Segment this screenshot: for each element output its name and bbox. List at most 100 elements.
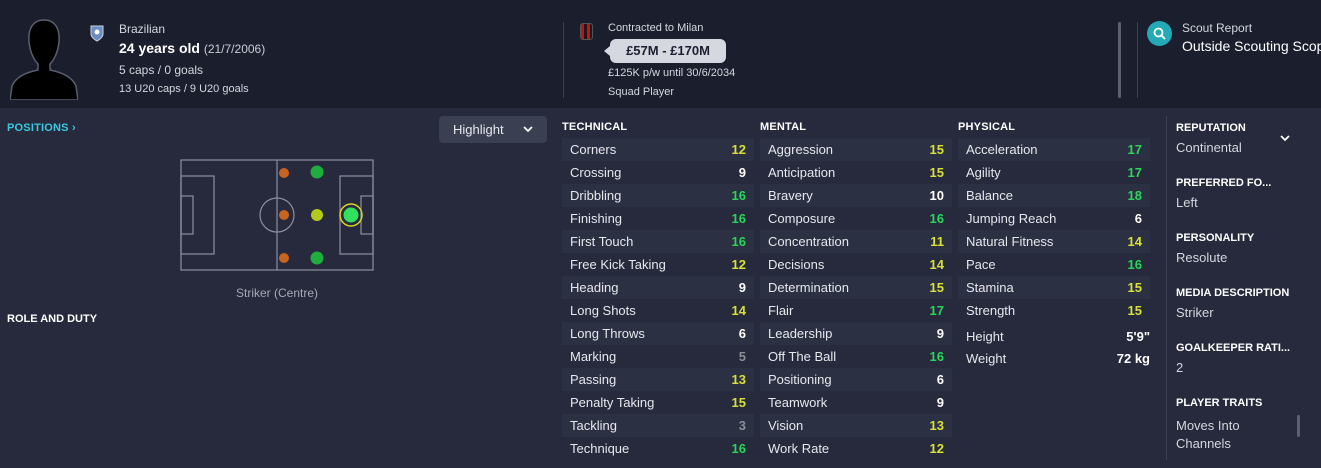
- attribute-value: 17: [929, 303, 944, 318]
- attribute-row[interactable]: Teamwork 9: [760, 391, 952, 414]
- attribute-row[interactable]: Agility 17: [958, 161, 1150, 184]
- player-header: Brazilian 24 years old (21/7/2006) 5 cap…: [0, 0, 1321, 108]
- attribute-name: Decisions: [768, 257, 825, 272]
- attribute-value: 13: [731, 372, 746, 387]
- attribute-row[interactable]: Leadership 9: [760, 322, 952, 345]
- position-dot-stl: [310, 165, 324, 179]
- transfer-value-badge[interactable]: £57M - £170M: [604, 39, 726, 63]
- attribute-row[interactable]: Heading 9: [562, 276, 754, 299]
- attribute-name: Tackling: [570, 418, 617, 433]
- position-dot-aml: [279, 168, 289, 178]
- attribute-row[interactable]: Finishing 16: [562, 207, 754, 230]
- age-value: 24 years old: [119, 40, 200, 56]
- position-caption: Striker (Centre): [235, 286, 318, 300]
- attribute-row[interactable]: Composure 16: [760, 207, 952, 230]
- attribute-name: Strength: [966, 303, 1016, 318]
- weight-row: Weight 72 kg: [958, 347, 1158, 370]
- preferred-foot-title: PREFERRED FO...: [1176, 177, 1272, 189]
- attribute-value: 11: [930, 234, 944, 249]
- caps-label: 5 caps / 0 goals: [119, 63, 204, 77]
- positions-link[interactable]: POSITIONS ›: [7, 122, 76, 134]
- personality-title: PERSONALITY: [1176, 232, 1255, 244]
- attribute-value: 15: [1127, 303, 1142, 318]
- attribute-name: Heading: [570, 280, 619, 295]
- attribute-row[interactable]: Stamina 15: [958, 276, 1150, 299]
- attribute-row[interactable]: Concentration 11: [760, 230, 952, 253]
- attribute-name: Corners: [570, 142, 617, 157]
- attribute-row[interactable]: Acceleration 17: [958, 138, 1150, 161]
- attribute-row[interactable]: Decisions 14: [760, 253, 952, 276]
- media-description-value: Striker: [1176, 305, 1214, 320]
- attribute-name: Bravery: [768, 188, 813, 203]
- attribute-row[interactable]: Off The Ball 16: [760, 345, 952, 368]
- attribute-row[interactable]: Corners 12: [562, 138, 754, 161]
- attribute-value: 14: [929, 257, 944, 272]
- search-icon[interactable]: [1147, 21, 1172, 46]
- attribute-name: Finishing: [570, 211, 623, 226]
- wage-label: £125K p/w until 30/6/2034: [608, 67, 736, 79]
- attribute-row[interactable]: Positioning 6: [760, 368, 952, 391]
- attribute-row[interactable]: Work Rate 12: [760, 437, 952, 460]
- attribute-value: 18: [1127, 188, 1142, 203]
- attribute-name: Long Shots: [570, 303, 636, 318]
- attribute-row[interactable]: Determination 15: [760, 276, 952, 299]
- header-scrollbar[interactable]: [1118, 22, 1121, 98]
- attribute-value: 9: [738, 165, 746, 180]
- attribute-name: Flair: [768, 303, 794, 318]
- attribute-row[interactable]: Anticipation 15: [760, 161, 952, 184]
- height-value: 5'9": [1126, 329, 1150, 344]
- attribute-row[interactable]: Jumping Reach 6: [958, 207, 1150, 230]
- attribute-name: Technique: [570, 441, 630, 456]
- attribute-row[interactable]: Crossing 9: [562, 161, 754, 184]
- attribute-row[interactable]: Marking 5: [562, 345, 754, 368]
- attribute-row[interactable]: Passing 13: [562, 368, 754, 391]
- attribute-name: Balance: [966, 188, 1013, 203]
- attribute-row[interactable]: Technique 16: [562, 437, 754, 460]
- attribute-row[interactable]: Dribbling 16: [562, 184, 754, 207]
- attribute-row[interactable]: Vision 13: [760, 414, 952, 437]
- header-divider: [1137, 22, 1138, 98]
- position-dot-amc: [279, 210, 289, 220]
- attribute-row[interactable]: Aggression 15: [760, 138, 952, 161]
- attribute-name: Leadership: [768, 326, 833, 341]
- attribute-value: 9: [738, 280, 746, 295]
- scout-report-title: Scout Report: [1182, 21, 1253, 35]
- scout-report-value[interactable]: Outside Scouting Scope: [1182, 38, 1321, 54]
- highlight-dropdown[interactable]: Highlight: [439, 116, 547, 143]
- personality-value: Resolute: [1176, 250, 1228, 265]
- attribute-row[interactable]: Pace 16: [958, 253, 1150, 276]
- attribute-name: Passing: [570, 372, 617, 387]
- preferred-foot-value: Left: [1176, 195, 1198, 210]
- attribute-name: Teamwork: [768, 395, 828, 410]
- attribute-name: First Touch: [570, 234, 634, 249]
- attribute-row[interactable]: Natural Fitness 14: [958, 230, 1150, 253]
- chevron-down-icon[interactable]: [1280, 134, 1290, 142]
- attribute-name: Vision: [768, 418, 804, 433]
- attribute-value: 3: [738, 418, 746, 433]
- attribute-value: 12: [731, 257, 746, 272]
- nationality-label: Brazilian: [119, 22, 166, 36]
- goalkeeper-rating-title: GOALKEEPER RATI...: [1176, 342, 1291, 354]
- attribute-value: 6: [1134, 211, 1142, 226]
- attribute-row[interactable]: Flair 17: [760, 299, 952, 322]
- attribute-row[interactable]: First Touch 16: [562, 230, 754, 253]
- attribute-value: 15: [929, 280, 944, 295]
- player-traits-title: PLAYER TRAITS: [1176, 397, 1263, 409]
- attribute-name: Work Rate: [768, 441, 830, 456]
- sidebar-scrollbar[interactable]: [1297, 415, 1300, 437]
- attribute-row[interactable]: Long Shots 14: [562, 299, 754, 322]
- player-trait-line-1: Moves Into: [1176, 418, 1240, 433]
- media-description-title: MEDIA DESCRIPTION: [1176, 287, 1290, 299]
- attribute-row[interactable]: Penalty Taking 15: [562, 391, 754, 414]
- goalkeeper-rating-value: 2: [1176, 360, 1184, 375]
- attribute-name: Free Kick Taking: [570, 257, 666, 272]
- club-badge-icon: [580, 23, 593, 40]
- attribute-row[interactable]: Long Throws 6: [562, 322, 754, 345]
- attribute-row[interactable]: Balance 18: [958, 184, 1150, 207]
- attribute-row[interactable]: Free Kick Taking 12: [562, 253, 754, 276]
- attribute-row[interactable]: Tackling 3: [562, 414, 754, 437]
- attribute-row[interactable]: Bravery 10: [760, 184, 952, 207]
- weight-value: 72 kg: [1116, 351, 1150, 366]
- attribute-value: 16: [929, 349, 944, 364]
- attribute-row[interactable]: Strength 15: [958, 299, 1150, 322]
